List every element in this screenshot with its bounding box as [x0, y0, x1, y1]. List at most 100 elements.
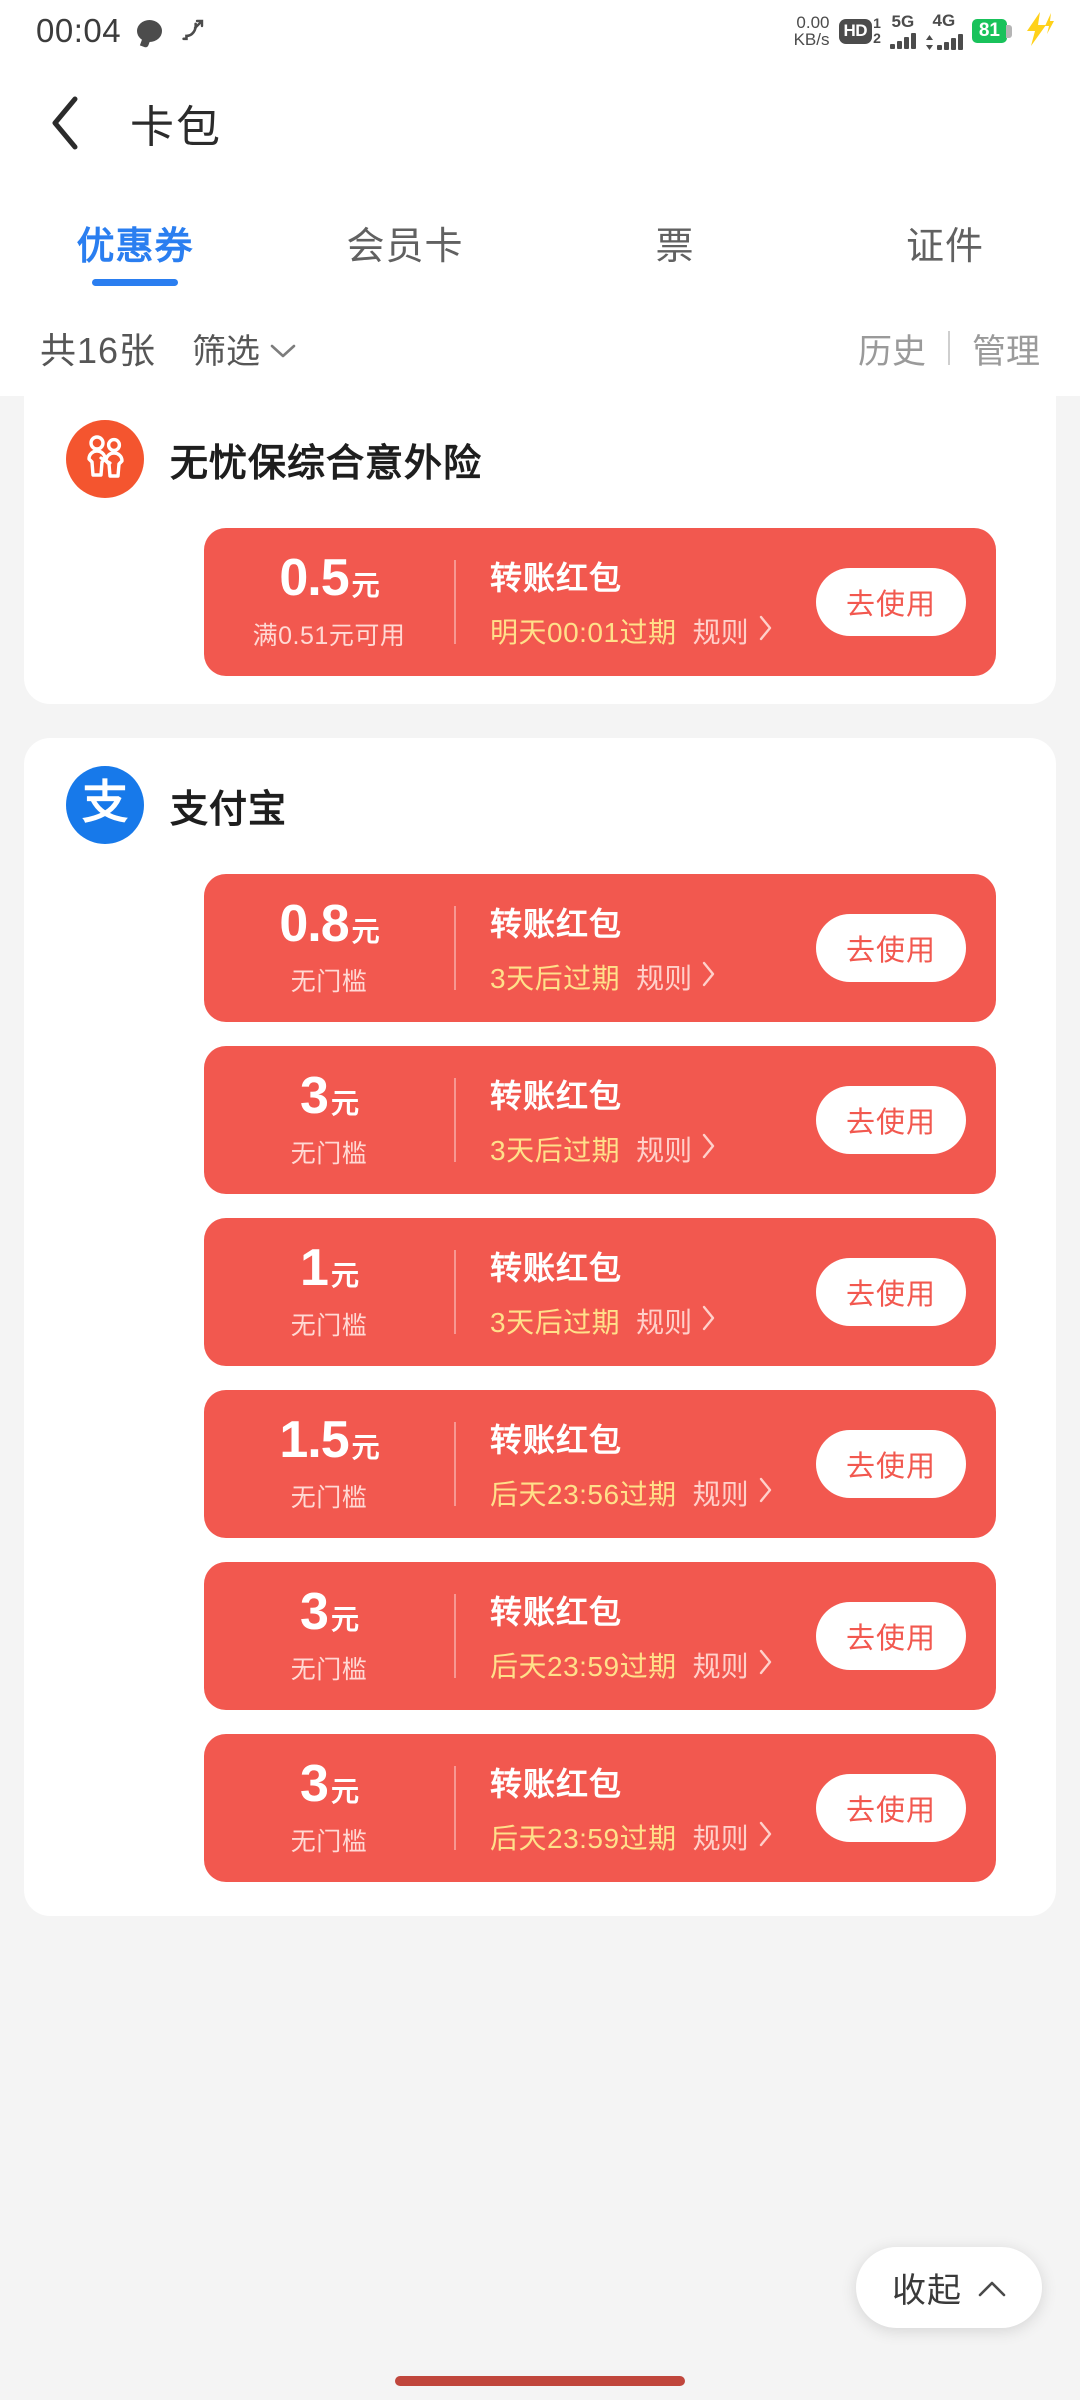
coupon-use-button[interactable]: 去使用	[815, 914, 966, 982]
coupon-info-block: 转账红包 3天后过期 规则	[456, 1071, 816, 1169]
coupon-info-block: 转账红包 后天23:56过期 规则	[456, 1415, 816, 1513]
coupon-rule-link[interactable]: 规则	[693, 611, 773, 651]
chevron-right-icon	[701, 1305, 716, 1338]
filter-bar: 共16张 筛选 历史 管理	[0, 300, 1080, 396]
coupon-amount-row: 3元	[300, 1583, 359, 1641]
phone-screen: 00:04 0.00 KB/s HD 1 2 5G 4G 81 卡包 优惠券 会…	[0, 0, 1080, 2400]
chevron-right-icon	[758, 615, 773, 648]
coupon-list[interactable]: 无忧保综合意外险 0.5 元 满0.51元可用 转账红包 明天00:01过期 规则	[0, 396, 1080, 2400]
coupon-count-label: 共16张	[40, 330, 157, 371]
coupon-rule-label: 规则	[692, 1823, 749, 1854]
sim2-network-label: 4G	[932, 11, 956, 30]
coupon-rule-link[interactable]: 规则	[636, 957, 716, 997]
coupon-use-button[interactable]: 去使用	[815, 1774, 966, 1842]
action-divider	[948, 331, 950, 365]
coupon-card[interactable]: 1元 无门槛 转账红包 3天后过期 规则 去使用	[204, 1218, 996, 1366]
category-tabs: 优惠券 会员卡 票 证件	[0, 184, 1080, 300]
coupon-rule-label: 规则	[636, 1135, 693, 1166]
back-chevron-icon[interactable]	[40, 95, 90, 151]
merchant-name: 支付宝	[170, 788, 288, 831]
coupon-unit: 元	[351, 916, 380, 947]
coupon-amount-row: 3元	[300, 1067, 359, 1125]
coupon-rule-label: 规则	[692, 1651, 749, 1682]
manage-button[interactable]: 管理	[972, 324, 1040, 373]
coupon-meta-row: 3天后过期 规则	[490, 1129, 816, 1169]
coupon-info-block: 转账红包 3天后过期 规则	[456, 899, 816, 997]
coupon-rule-link[interactable]: 规则	[693, 1817, 773, 1857]
chevron-right-icon	[758, 1477, 773, 1510]
coupon-meta-row: 明天00:01过期 规则	[490, 611, 816, 651]
sim1-network-label: 5G	[891, 12, 915, 31]
coupon-use-button[interactable]: 去使用	[815, 1602, 966, 1670]
coupon-use-button[interactable]: 去使用	[815, 1430, 966, 1498]
tab-membership-cards[interactable]: 会员卡	[270, 184, 540, 300]
coupon-condition: 无门槛	[290, 968, 368, 996]
coupon-expiry: 后天23:59过期	[490, 1651, 677, 1682]
battery-icon: 81	[971, 18, 1012, 44]
app-header: 卡包	[0, 62, 1080, 184]
coupon-value-block: 3元 无门槛	[204, 1070, 454, 1170]
coupon-amount: 1	[300, 1239, 329, 1297]
coupon-amount-row: 1元	[300, 1239, 359, 1297]
coupon-amount: 3	[300, 1067, 329, 1125]
sim2-signal-bars	[936, 33, 963, 50]
coupon-expiry: 3天后过期	[490, 1135, 621, 1166]
history-button[interactable]: 历史	[858, 324, 926, 373]
coupon-info-block: 转账红包 后天23:59过期 规则	[456, 1587, 816, 1685]
tab-tickets[interactable]: 票	[540, 184, 810, 300]
network-speed-value: 0.00	[796, 12, 830, 32]
coupon-card[interactable]: 3元 无门槛 转账红包 3天后过期 规则 去使用	[204, 1046, 996, 1194]
chevron-right-icon	[758, 1649, 773, 1682]
hd-sim1: 1	[873, 15, 881, 32]
coupon-unit: 元	[330, 1260, 359, 1291]
coupon-card[interactable]: 0.5 元 满0.51元可用 转账红包 明天00:01过期 规则 去使用	[204, 528, 996, 676]
tab-coupons[interactable]: 优惠券	[0, 184, 270, 300]
coupon-condition: 无门槛	[290, 1656, 368, 1684]
coupon-amount: 3	[300, 1583, 329, 1641]
coupon-rule-link[interactable]: 规则	[636, 1301, 716, 1341]
coupon-rule-link[interactable]: 规则	[636, 1129, 716, 1169]
hd-sim-numbers: 1 2	[873, 16, 881, 45]
signal-sim2-icon: 4G	[925, 12, 963, 50]
missed-call-icon	[178, 18, 206, 44]
coupon-amount-row: 0.5 元	[279, 549, 379, 607]
hd-voice-icon: HD 1 2	[838, 16, 881, 45]
tab-tickets-label: 票	[655, 225, 695, 268]
coupon-meta-row: 后天23:59过期 规则	[490, 1817, 816, 1857]
sim2-signal-row	[925, 31, 963, 50]
coupon-rule-link[interactable]: 规则	[693, 1645, 773, 1685]
coupon-unit: 元	[351, 1432, 380, 1463]
coupon-unit: 元	[330, 1088, 359, 1119]
page-title: 卡包	[130, 103, 222, 152]
merchant-group-alipay: 支 支付宝 0.8 元 无门槛 转账红包 3天后过期 规则 去使用 3 元 无门…	[24, 738, 1056, 1916]
collapse-button[interactable]: 收起	[856, 2247, 1042, 2328]
coupon-amount: 0.5	[279, 549, 349, 607]
filter-dropdown[interactable]: 筛选	[192, 324, 296, 373]
tab-documents[interactable]: 证件	[810, 184, 1080, 300]
coupon-use-button[interactable]: 去使用	[815, 1258, 966, 1326]
coupon-title: 转账红包	[490, 1422, 623, 1458]
coupon-use-button[interactable]: 去使用	[815, 568, 966, 636]
coupon-card[interactable]: 3元 无门槛 转账红包 后天23:59过期 规则 去使用	[204, 1562, 996, 1710]
coupon-card[interactable]: 0.8 元 无门槛 转账红包 3天后过期 规则 去使用	[204, 874, 996, 1022]
coupon-value-block: 0.5 元 满0.51元可用	[204, 552, 454, 652]
coupon-amount: 1.5	[279, 1411, 349, 1469]
coupon-value-block: 1元 无门槛	[204, 1242, 454, 1342]
coupon-expiry: 明天00:01过期	[490, 617, 677, 648]
coupon-use-button[interactable]: 去使用	[815, 1086, 966, 1154]
filter-bar-actions: 历史 管理	[858, 324, 1040, 373]
network-speed-unit: KB/s	[793, 30, 830, 49]
coupon-value-block: 0.8 元 无门槛	[204, 898, 454, 998]
coupon-rule-link[interactable]: 规则	[693, 1473, 773, 1513]
data-transfer-arrows-icon	[925, 35, 934, 50]
status-bar-right: 0.00 KB/s HD 1 2 5G 4G 81	[793, 11, 1056, 51]
coupon-amount-row: 0.8 元	[279, 898, 380, 950]
coupon-card[interactable]: 1.5 元 无门槛 转账红包 后天23:56过期 规则 去使用	[204, 1390, 996, 1538]
merchant-group-insurance: 无忧保综合意外险 0.5 元 满0.51元可用 转账红包 明天00:01过期 规则	[24, 396, 1056, 704]
merchant-header: 支 支付宝	[24, 738, 1056, 850]
coupon-rule-label: 规则	[692, 617, 749, 648]
chevron-down-icon	[270, 329, 296, 368]
coupon-card[interactable]: 3元 无门槛 转账红包 后天23:59过期 规则 去使用	[204, 1734, 996, 1882]
status-clock: 00:04	[36, 12, 122, 49]
battery-cap	[1006, 24, 1012, 38]
